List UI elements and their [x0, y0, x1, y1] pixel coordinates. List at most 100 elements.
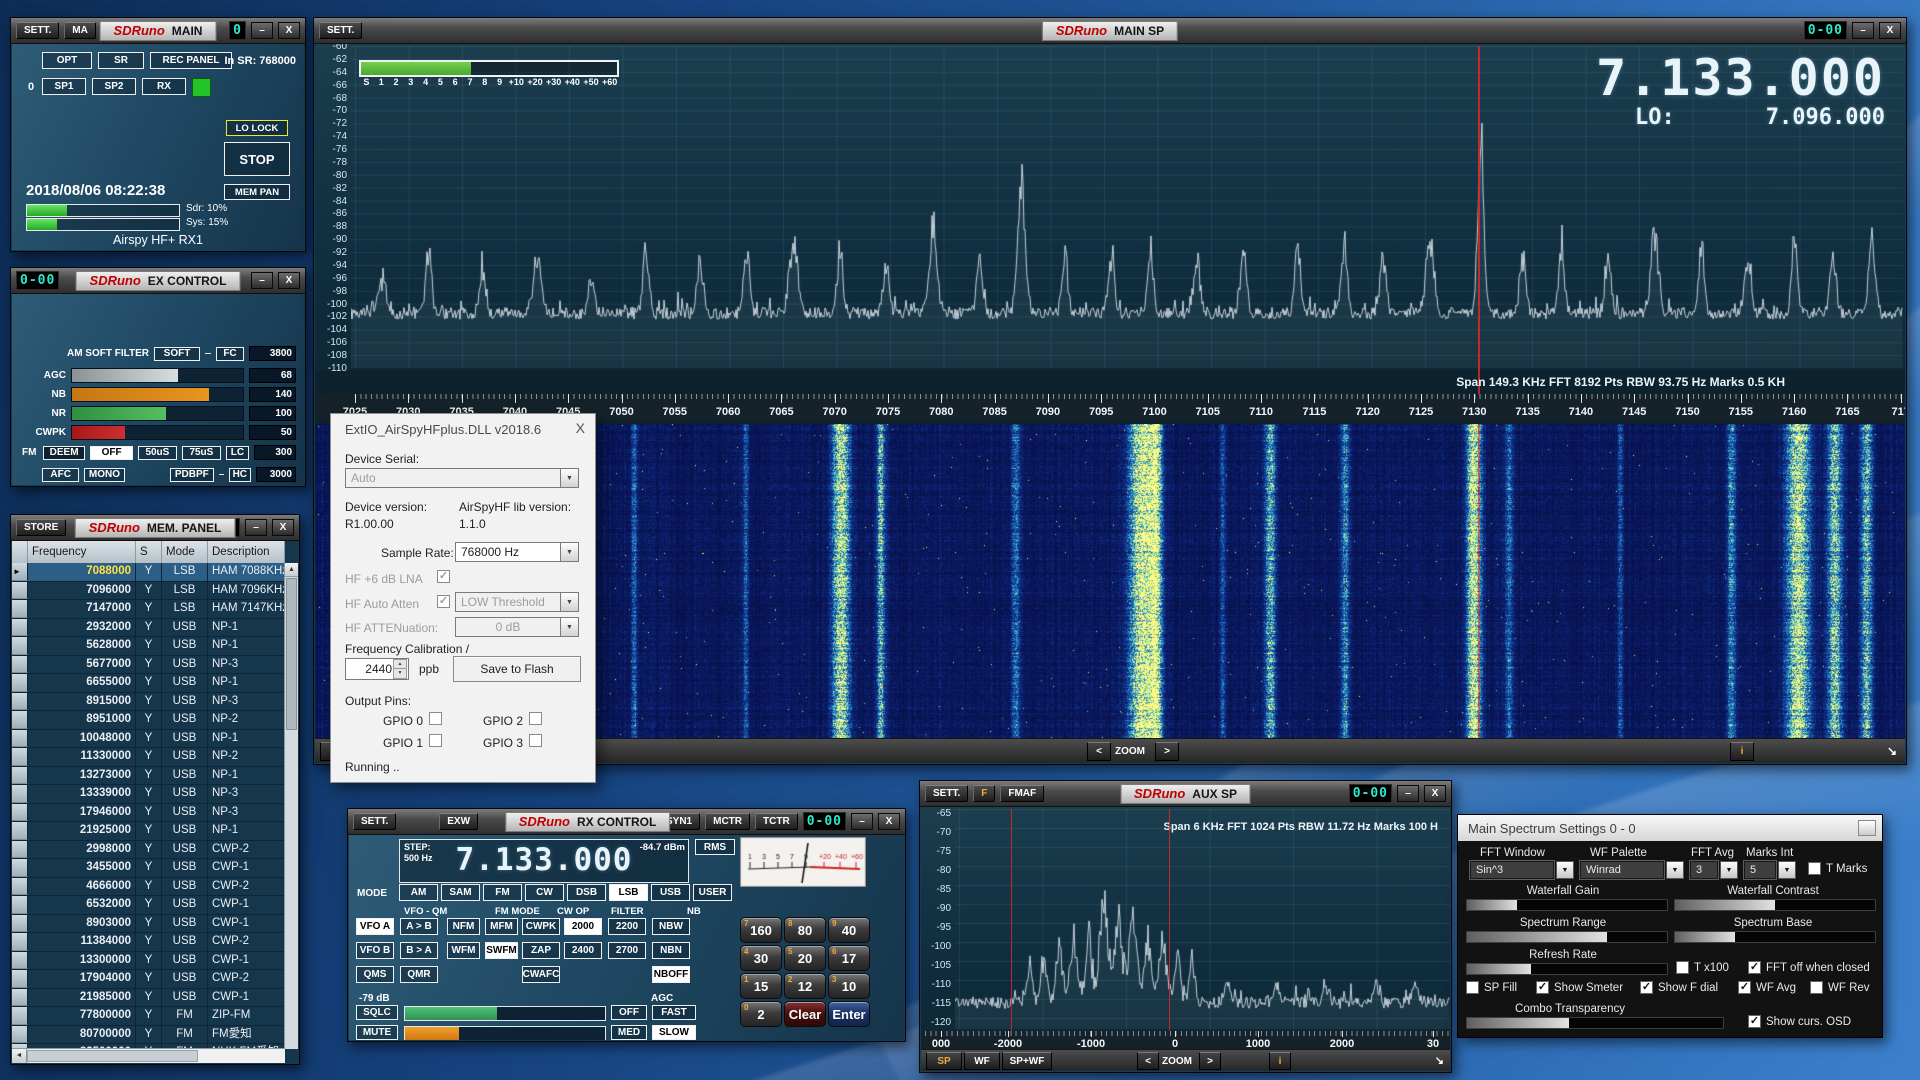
- filter-edge-low[interactable]: [1011, 809, 1012, 1049]
- mute-button[interactable]: MUTE: [356, 1025, 398, 1040]
- zoom-in-button[interactable]: >: [1199, 1052, 1221, 1070]
- 2000-button[interactable]: 2000: [564, 918, 602, 935]
- zap-button[interactable]: ZAP: [522, 942, 560, 959]
- key-17[interactable]: 176: [828, 945, 870, 971]
- row-gutter[interactable]: [12, 989, 28, 1007]
- fmaf-button[interactable]: FMAF: [1000, 785, 1044, 802]
- wf-rev-checkbox[interactable]: WF Rev: [1810, 981, 1870, 994]
- table-row[interactable]: 13339000YUSBNP-3: [12, 785, 285, 804]
- mono-button[interactable]: MONO: [84, 468, 125, 482]
- spinner-down-icon[interactable]: ▼: [393, 668, 407, 679]
- table-row[interactable]: 11330000YUSBNP-2: [12, 748, 285, 767]
- tctr-button[interactable]: TCTR: [755, 813, 798, 830]
- key-10[interactable]: 103: [828, 973, 870, 999]
- rec-panel-button[interactable]: REC PANEL: [150, 52, 232, 69]
- row-gutter[interactable]: [12, 841, 28, 859]
- 2400-button[interactable]: 2400: [564, 942, 602, 959]
- rx-button[interactable]: RX: [142, 78, 186, 95]
- calibration-spinner[interactable]: 2440 ▲ ▼: [345, 658, 409, 680]
- scrollbar-thumb[interactable]: [286, 578, 297, 730]
- column-header[interactable]: Frequency: [28, 541, 136, 563]
- soft-button[interactable]: SOFT: [154, 347, 200, 361]
- key-30[interactable]: 304: [740, 945, 782, 971]
- row-gutter[interactable]: [12, 656, 28, 674]
- exw-button[interactable]: EXW: [439, 813, 478, 830]
- gpio2-checkbox[interactable]: [529, 712, 542, 725]
- attenuation-select[interactable]: 0 dB▼: [455, 617, 579, 637]
- 50us-button[interactable]: 50uS: [138, 446, 177, 460]
- agc-med-button[interactable]: MED: [611, 1025, 647, 1040]
- sp-mode-button[interactable]: SP: [926, 1052, 962, 1070]
- scroll-up-icon[interactable]: ▲: [285, 563, 298, 577]
- table-row[interactable]: 3455000YUSBCWP-1: [12, 859, 285, 878]
- zoom-out-button[interactable]: <: [1087, 742, 1111, 761]
- row-gutter[interactable]: [12, 970, 28, 988]
- row-gutter[interactable]: [12, 933, 28, 951]
- table-row[interactable]: 5677000YUSBNP-3: [12, 656, 285, 675]
- wf-avg-checkbox[interactable]: ✓WF Avg: [1738, 981, 1796, 994]
- gpio1-checkbox[interactable]: [429, 734, 442, 747]
- close-button[interactable]: X: [272, 519, 294, 536]
- row-gutter[interactable]: [12, 915, 28, 933]
- minimize-button[interactable]: –: [1397, 785, 1419, 802]
- rx-titlebar[interactable]: SETT. EXW SDRunoRX CONTROL RSYN1 MCTR TC…: [348, 809, 905, 835]
- row-gutter[interactable]: [12, 748, 28, 766]
- row-gutter[interactable]: [12, 693, 28, 711]
- key-160[interactable]: 1607: [740, 917, 782, 943]
- table-row[interactable]: 7096000YLSBHAM 7096KHz: [12, 582, 285, 601]
- row-gutter[interactable]: [12, 711, 28, 729]
- refresh-rate-slider[interactable]: [1466, 963, 1668, 975]
- device-serial-select[interactable]: Auto▼: [345, 468, 579, 488]
- mctr-button[interactable]: MCTR: [705, 813, 750, 830]
- rms-button[interactable]: RMS: [695, 839, 735, 855]
- scrollbar-thumb[interactable]: [27, 1050, 198, 1062]
- show-smeter-checkbox[interactable]: ✓Show Smeter: [1536, 981, 1623, 994]
- mem-titlebar[interactable]: STORE SDRunoMEM. PANEL 0-00 – X: [11, 515, 299, 541]
- mfm-button[interactable]: MFM: [485, 918, 518, 935]
- mode-lsb-button[interactable]: LSB: [609, 884, 648, 901]
- row-gutter[interactable]: [12, 804, 28, 822]
- sp1-button[interactable]: SP1: [42, 78, 86, 95]
- aux-spectrum-plot[interactable]: [955, 809, 1450, 1029]
- wf-mode-button[interactable]: WF: [964, 1052, 1000, 1070]
- hc-button[interactable]: HC: [229, 468, 251, 482]
- wfm-button[interactable]: WFM: [447, 942, 480, 959]
- mode-sam-button[interactable]: SAM: [441, 884, 480, 901]
- tuned-frequency-cursor[interactable]: [1478, 46, 1480, 394]
- row-gutter[interactable]: [12, 674, 28, 692]
- row-gutter[interactable]: [12, 952, 28, 970]
- sample-rate-select[interactable]: 768000 Hz▼: [455, 542, 579, 562]
- b-a-button[interactable]: B > A: [400, 942, 438, 959]
- rx-frequency-display[interactable]: STEP: 500 Hz 7.133.000 -84.7 dBm: [399, 839, 689, 883]
- spectrum-range-slider[interactable]: [1466, 931, 1668, 943]
- minimize-button[interactable]: –: [851, 813, 873, 830]
- table-row[interactable]: 8951000YUSBNP-2: [12, 711, 285, 730]
- row-gutter[interactable]: [12, 767, 28, 785]
- scroll-left-icon[interactable]: ◄: [12, 1049, 27, 1063]
- table-row[interactable]: 80700000YFMFM愛知: [12, 1026, 285, 1045]
- mode-am-button[interactable]: AM: [399, 884, 438, 901]
- fft-avg-select[interactable]: 3▼: [1690, 861, 1738, 879]
- aux-titlebar[interactable]: SETT. F FMAF SDRunoAUX SP 0-00 – X: [920, 781, 1451, 807]
- fc-button[interactable]: FC: [216, 347, 244, 361]
- row-gutter[interactable]: [12, 896, 28, 914]
- save-to-flash-button[interactable]: Save to Flash: [453, 656, 581, 682]
- table-row[interactable]: 4666000YUSBCWP-2: [12, 878, 285, 897]
- t-marks-checkbox[interactable]: T Marks: [1808, 862, 1867, 875]
- row-gutter[interactable]: [12, 822, 28, 840]
- main-titlebar[interactable]: SETT. MA SDRunoMAIN 0 – X: [11, 18, 305, 44]
- row-gutter[interactable]: [12, 582, 28, 600]
- row-gutter[interactable]: [12, 878, 28, 896]
- close-button[interactable]: X: [278, 272, 300, 289]
- auto-atten-checkbox[interactable]: ✓: [437, 595, 450, 608]
- mode-fm-button[interactable]: FM: [483, 884, 522, 901]
- resize-handle-icon[interactable]: ↘: [1435, 1054, 1444, 1067]
- spectrum-base-slider[interactable]: [1674, 931, 1876, 943]
- fft-window-select[interactable]: Sin^3▼: [1470, 861, 1574, 879]
- aux-sett-button[interactable]: SETT.: [925, 785, 968, 802]
- afc-button[interactable]: AFC: [42, 468, 79, 482]
- vfo-a-button[interactable]: VFO A: [356, 918, 394, 935]
- row-gutter[interactable]: [12, 1007, 28, 1025]
- mem-vertical-scrollbar[interactable]: ▲: [284, 563, 298, 1049]
- rx-sett-button[interactable]: SETT.: [353, 813, 396, 830]
